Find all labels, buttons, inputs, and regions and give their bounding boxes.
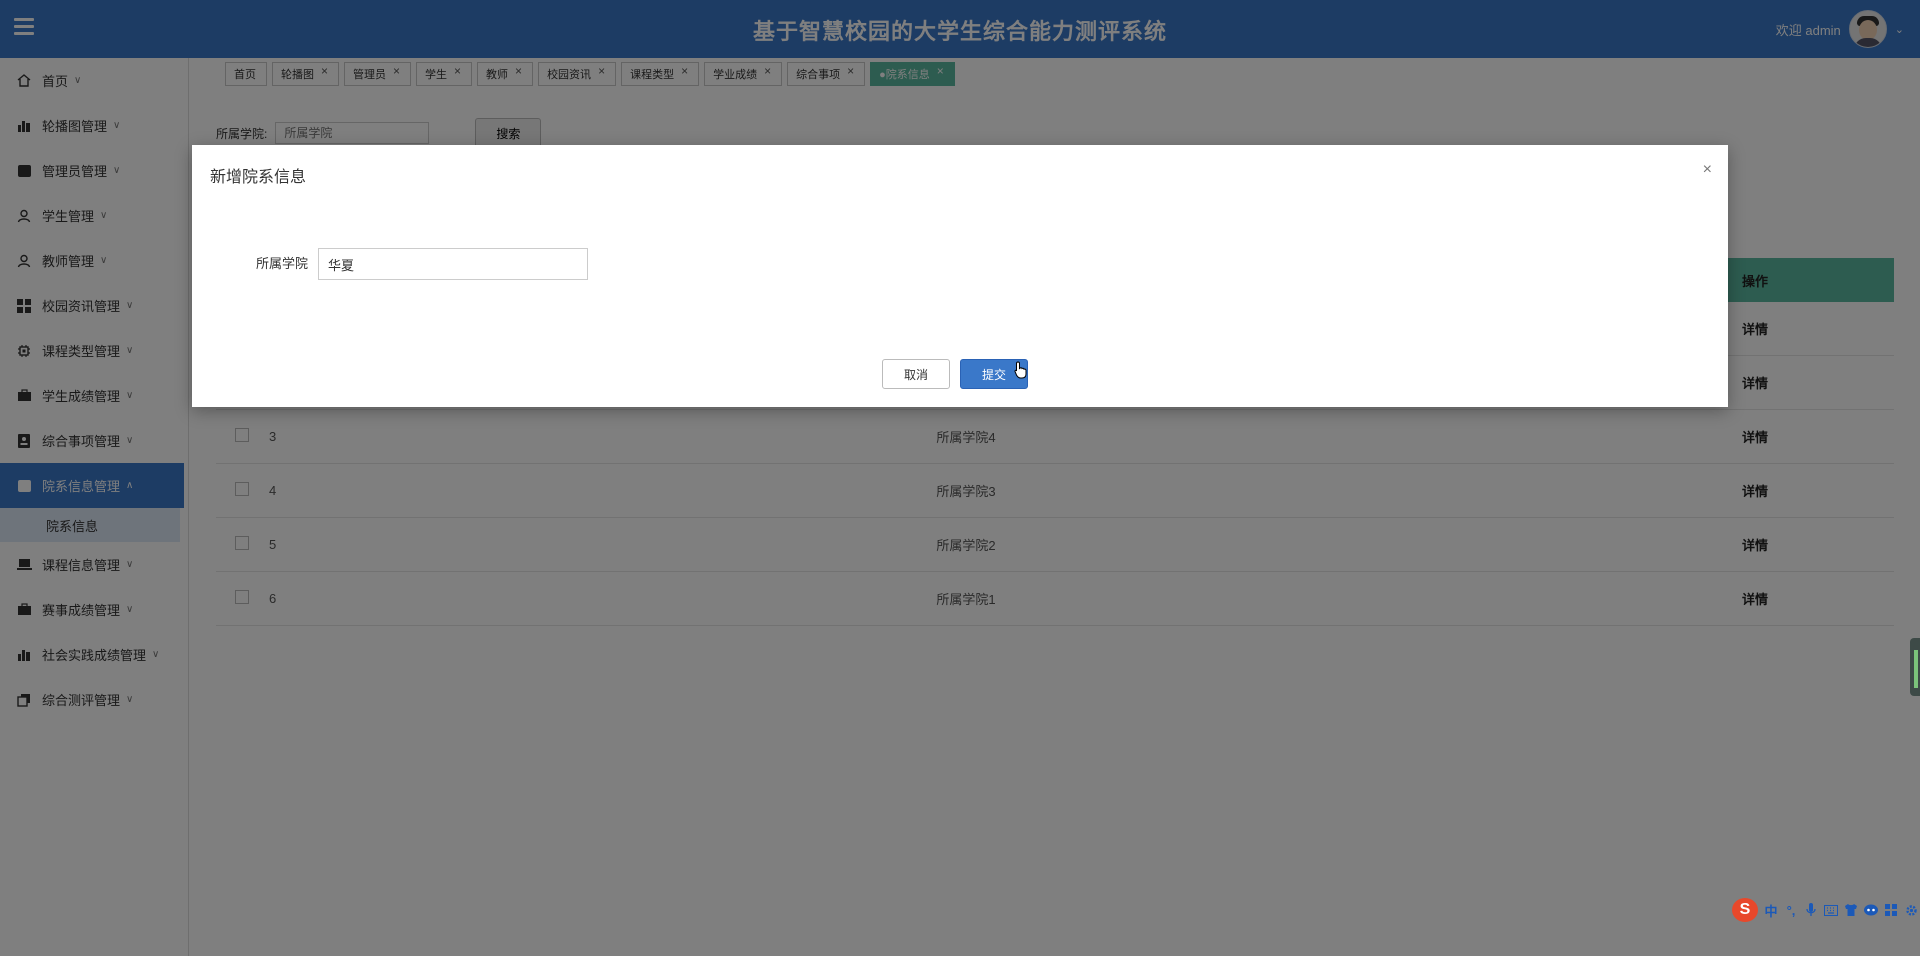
sogou-logo-icon[interactable]: S <box>1732 898 1758 922</box>
ime-lang-toggle[interactable]: 中 <box>1764 903 1778 919</box>
apps-icon[interactable] <box>1884 903 1898 917</box>
add-department-dialog: 新增院系信息 × 所属学院 取消 提交 <box>192 145 1728 407</box>
cancel-button[interactable]: 取消 <box>882 359 950 389</box>
toolbox-icon[interactable] <box>1864 903 1878 917</box>
close-icon[interactable]: × <box>1703 161 1712 179</box>
dialog-title: 新增院系信息 <box>210 169 307 186</box>
ime-toolbar: S 中 °, <box>1732 898 1918 922</box>
modal-backdrop[interactable] <box>0 0 1920 956</box>
keyboard-icon[interactable] <box>1824 903 1838 917</box>
hand-cursor-icon <box>1014 361 1028 382</box>
college-input[interactable] <box>318 248 588 280</box>
skin-icon[interactable] <box>1844 903 1858 917</box>
field-label-college: 所属学院 <box>256 256 309 271</box>
settings-icon[interactable] <box>1904 903 1918 917</box>
scroll-handle[interactable] <box>1910 638 1920 696</box>
ime-punct-toggle[interactable]: °, <box>1784 903 1798 918</box>
microphone-icon[interactable] <box>1804 903 1818 917</box>
